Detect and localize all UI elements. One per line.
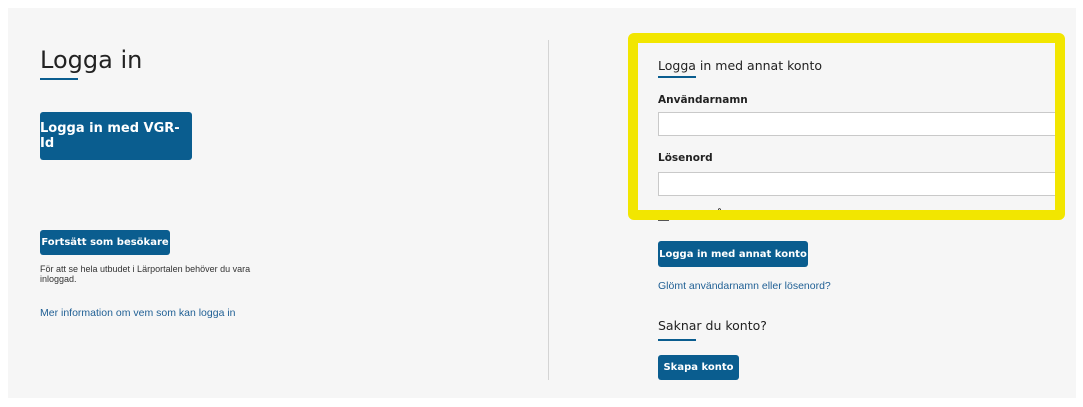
- column-divider: [548, 40, 549, 380]
- create-account-button[interactable]: Skapa konto: [658, 355, 739, 380]
- login-info-link[interactable]: Mer information om vem som kan logga in: [40, 307, 236, 319]
- username-input[interactable]: [658, 112, 1056, 136]
- remember-checkbox[interactable]: [658, 209, 669, 221]
- username-label: Användarnamn: [658, 94, 748, 106]
- no-account-heading: Saknar du konto?: [658, 318, 767, 333]
- title-underline: [40, 78, 78, 80]
- password-input[interactable]: [658, 172, 1056, 196]
- other-account-title: Logga in med annat konto: [658, 58, 822, 73]
- page-title: Logga in: [40, 46, 143, 74]
- vgr-login-button[interactable]: Logga in med VGR-Id: [40, 112, 192, 160]
- forgot-credentials-link[interactable]: Glömt användarnamn eller lösenord?: [658, 280, 831, 292]
- other-account-login-button[interactable]: Logga in med annat konto: [658, 241, 808, 267]
- remember-label: Kom ihåg användarnamn: [675, 209, 823, 221]
- remember-username[interactable]: Kom ihåg användarnamn: [658, 209, 823, 221]
- guest-button[interactable]: Fortsätt som besökare: [40, 230, 170, 255]
- login-panel: [8, 8, 1076, 398]
- guest-note: För att se hela utbudet i Lärportalen be…: [40, 264, 251, 284]
- other-account-underline: [658, 76, 696, 78]
- no-account-underline: [658, 339, 696, 341]
- password-label: Lösenord: [658, 152, 713, 164]
